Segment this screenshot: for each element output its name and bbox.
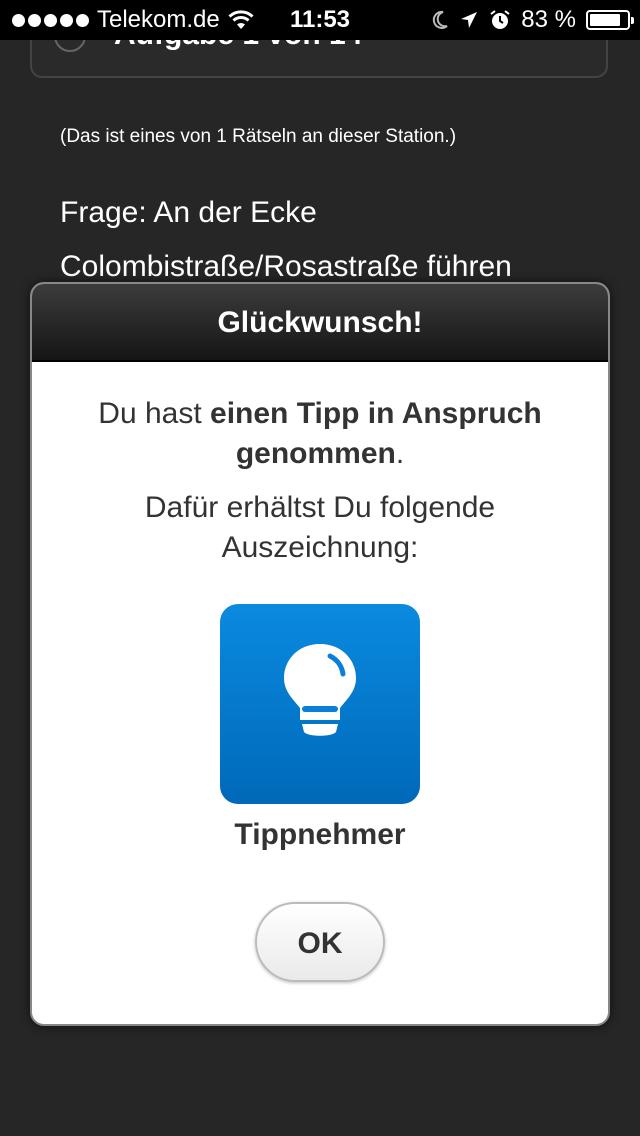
- question-text-line-2: Colombistraße/Rosastraße führen: [60, 250, 512, 283]
- station-note: (Das ist eines von 1 Rätseln an dieser S…: [60, 126, 457, 147]
- screen: Telekom.de 11:53 83 % (Das ist eines von…: [0, 0, 640, 1136]
- award-message: Dafür erhältst Du folgende Auszeichnung:: [144, 491, 496, 564]
- dialog-message: Du hast einen Tipp in Anspruch genommen.: [72, 394, 568, 474]
- message-suffix: .: [395, 437, 405, 470]
- question-text-line-1: Frage: An der Ecke: [60, 196, 317, 229]
- award-badge: [220, 604, 420, 804]
- ok-button[interactable]: OK: [255, 902, 385, 982]
- battery-percent: 83 %: [521, 6, 576, 33]
- message-bold: einen Tipp in Anspruch genommen: [210, 397, 542, 470]
- battery-icon: [586, 10, 634, 30]
- moon-icon: [433, 10, 448, 29]
- battery-level-fill: [590, 14, 620, 26]
- congratulations-dialog: Glückwunsch! Du hast einen Tipp in Anspr…: [30, 282, 610, 1026]
- lightbulb-icon: [284, 644, 356, 736]
- dialog-title: Glückwunsch!: [32, 284, 608, 362]
- badge-label: Tippnehmer: [234, 818, 406, 851]
- dialog-body: Du hast einen Tipp in Anspruch genommen.…: [32, 394, 608, 982]
- status-right: 83 %: [431, 6, 634, 34]
- status-bar: Telekom.de 11:53 83 %: [0, 0, 640, 40]
- location-arrow-icon: [461, 12, 478, 28]
- message-prefix: Du hast: [98, 397, 211, 430]
- alarm-clock-icon: [490, 10, 510, 29]
